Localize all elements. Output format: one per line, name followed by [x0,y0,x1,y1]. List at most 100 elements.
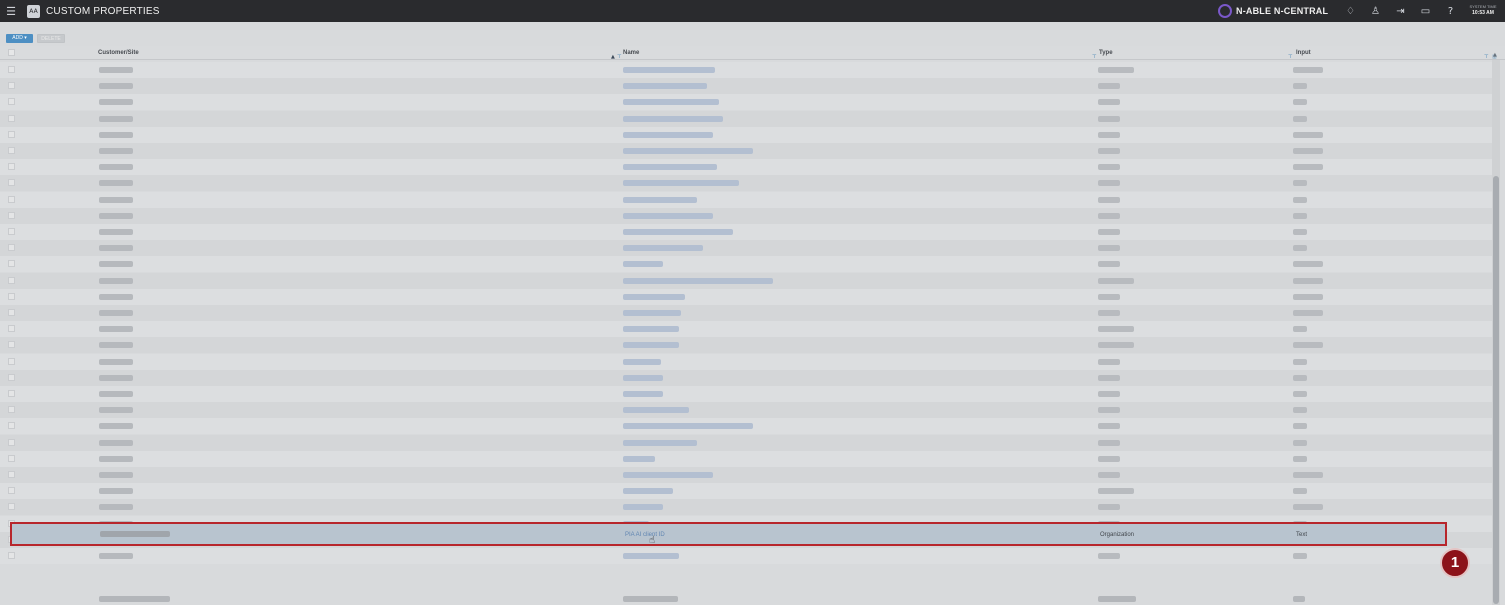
table-row[interactable] [0,321,1492,338]
table-row[interactable] [0,305,1492,321]
table-row[interactable] [0,272,1492,289]
column-input[interactable]: Input [1296,50,1311,56]
brand-name: N-ABLE N-CENTRAL [1236,6,1329,16]
column-name[interactable]: Name [623,50,639,56]
row-name[interactable]: PIA AI client ID [625,532,665,538]
table-row[interactable] [0,191,1492,208]
menu-icon[interactable]: ☰ [0,0,22,22]
row-checkbox[interactable] [8,130,15,138]
row-checkbox[interactable] [8,325,15,333]
blurred-cell [623,407,689,414]
blurred-cell [99,277,133,284]
blurred-cell [1293,326,1307,333]
row-checkbox[interactable] [8,292,15,300]
table-row[interactable] [0,240,1492,257]
add-button[interactable]: ADD ▾ [6,34,33,43]
help-icon[interactable]: ? [1438,6,1463,17]
blurred-cell [1098,407,1120,414]
row-checkbox[interactable] [8,66,15,73]
column-customer-site[interactable]: Customer/Site [98,50,139,56]
table-row[interactable] [0,143,1492,159]
table-row[interactable] [0,369,1492,386]
blurred-cell [1293,277,1323,284]
table-row[interactable] [0,126,1492,143]
row-checkbox[interactable] [8,503,15,511]
row-checkbox[interactable] [8,357,15,365]
table-row[interactable] [0,499,1492,516]
blurred-cell [623,83,707,90]
table-row[interactable] [0,353,1492,370]
blurred-cell [1293,553,1307,559]
table-row[interactable] [0,175,1492,192]
table-row[interactable] [0,467,1492,483]
scroll-up-icon[interactable]: ▲ [1493,52,1497,58]
row-checkbox[interactable] [8,406,15,414]
blurred-cell [623,596,678,602]
row-checkbox[interactable] [8,276,15,284]
scrollbar-thumb[interactable] [1493,176,1499,604]
table-row[interactable] [0,386,1492,402]
blurred-cell [1293,245,1307,252]
table-row[interactable] [0,418,1492,435]
row-checkbox[interactable] [8,341,15,349]
row-checkbox[interactable] [8,228,15,235]
blurred-cell [99,196,133,203]
row-checkbox[interactable] [8,487,15,495]
table-row[interactable] [0,483,1492,500]
blurred-cell [623,504,663,511]
bell-icon[interactable]: ♢ [1338,6,1363,17]
table-row[interactable] [0,110,1492,127]
vertical-scrollbar[interactable] [1492,60,1500,605]
table-row[interactable] [0,288,1492,305]
table-row[interactable] [0,224,1492,240]
row-checkbox[interactable] [8,147,15,154]
row-checkbox[interactable] [8,438,15,446]
blurred-cell [1098,164,1120,171]
row-checkbox[interactable] [8,179,15,187]
table-row[interactable] [0,78,1492,95]
row-checkbox[interactable] [8,390,15,397]
row-checkbox[interactable] [8,422,15,430]
folder-icon[interactable]: ▭ [1413,6,1438,17]
blurred-cell [623,212,713,219]
blurred-cell [99,164,133,171]
blurred-cell [99,423,133,430]
row-checkbox[interactable] [8,114,15,122]
select-all-checkbox[interactable] [8,49,15,56]
table-row[interactable] [0,256,1492,273]
column-type[interactable]: Type [1099,50,1113,56]
row-checkbox[interactable] [8,163,15,171]
table-row[interactable] [0,402,1492,419]
grid-header: Customer/Site ▲ ⊤ Name ⊤ Type ⊤ Input ⊤ … [0,46,1505,60]
highlighted-row[interactable]: PIA AI client ID Organization Text [10,522,1447,546]
table-row[interactable] [0,62,1492,78]
row-input: Text [1296,532,1308,538]
blurred-cell [99,488,133,495]
logout-icon[interactable]: ⇥ [1388,6,1413,17]
row-checkbox[interactable] [8,211,15,219]
row-checkbox[interactable] [8,309,15,316]
table-row[interactable] [0,450,1492,467]
table-row[interactable] [0,207,1492,224]
user-icon[interactable]: ♙ [1363,6,1388,17]
row-checkbox[interactable] [8,471,15,478]
row-checkbox[interactable] [8,244,15,252]
row-checkbox[interactable] [8,454,15,462]
table-row[interactable] [0,337,1492,354]
row-checkbox[interactable] [8,98,15,106]
table-row[interactable] [0,548,1492,564]
blurred-cell [1293,196,1307,203]
table-row[interactable] [0,159,1492,176]
blurred-cell [99,472,133,478]
row-checkbox[interactable] [8,260,15,268]
blurred-cell [99,374,133,381]
table-row[interactable] [0,94,1492,111]
row-checkbox[interactable] [8,552,15,559]
row-checkbox[interactable] [8,373,15,381]
blurred-cell [623,245,703,252]
blurred-cell [1098,67,1134,73]
table-row[interactable] [0,434,1492,451]
delete-button[interactable]: DELETE [37,34,65,43]
row-checkbox[interactable] [8,82,15,90]
row-checkbox[interactable] [8,195,15,203]
